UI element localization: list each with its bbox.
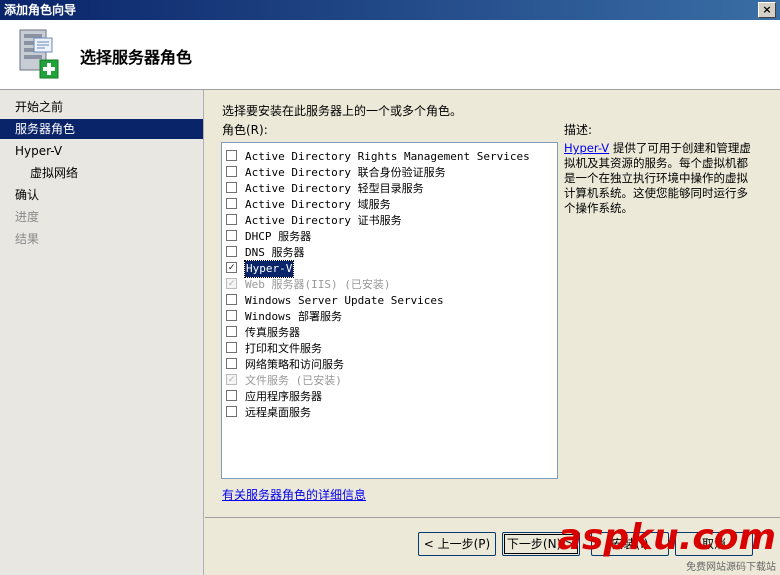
role-label: 网络策略和访问服务: [245, 358, 344, 371]
role-label: 传真服务器: [245, 326, 300, 339]
description-label: 描述:: [564, 123, 593, 137]
server-add-role-icon: [19, 29, 59, 79]
role-label: Web 服务器(IIS) (已安装): [245, 278, 391, 291]
more-info-link[interactable]: 有关服务器角色的详细信息: [222, 486, 366, 503]
nav-item-results: 结果: [15, 232, 40, 246]
nav-item-progress: 进度: [15, 210, 40, 224]
page-title: 选择服务器角色: [80, 48, 193, 67]
role-checkbox[interactable]: [226, 230, 237, 241]
watermark-logo: aspku.com: [557, 517, 776, 558]
role-label: Windows 部署服务: [245, 310, 342, 323]
close-button[interactable]: ×: [758, 2, 776, 18]
role-checkbox-checked[interactable]: ✓: [226, 262, 237, 273]
role-checkbox[interactable]: [226, 150, 237, 161]
role-checkbox[interactable]: [226, 326, 237, 337]
roles-listbox[interactable]: Active Directory Rights Management Servi…: [221, 142, 558, 479]
nav-item-hyper-v[interactable]: Hyper-V: [0, 141, 203, 161]
roles-label: 角色(R):: [222, 123, 268, 137]
role-label: Active Directory 域服务: [245, 198, 391, 211]
role-label: 远程桌面服务: [245, 406, 311, 419]
role-label: 文件服务 (已安装): [245, 374, 342, 387]
role-checkbox[interactable]: [226, 182, 237, 193]
back-button[interactable]: < 上一步(P): [418, 532, 496, 556]
role-label: Active Directory Rights Management Servi…: [245, 150, 530, 163]
role-checkbox[interactable]: [226, 358, 237, 369]
role-label: Active Directory 联合身份验证服务: [245, 166, 446, 179]
watermark: aspku.com 免费网站源码下载站: [558, 517, 776, 573]
watermark-subtitle: 免费网站源码下载站: [686, 562, 776, 573]
window-titlebar: 添加角色向导 ×: [0, 0, 780, 20]
role-checkbox-checked: ✓: [226, 278, 237, 289]
wizard-nav: 开始之前 服务器角色 Hyper-V 虚拟网络 确认 进度 结果: [0, 90, 204, 575]
description-link[interactable]: Hyper-V: [564, 141, 609, 155]
nav-item-server-roles[interactable]: 服务器角色: [0, 119, 203, 139]
role-label: 应用程序服务器: [245, 390, 322, 403]
role-checkbox[interactable]: [226, 166, 237, 177]
role-label: Active Directory 证书服务: [245, 214, 402, 227]
wizard-content: 选择要安装在此服务器上的一个或多个角色。 角色(R): Active Direc…: [205, 90, 780, 575]
wizard-header: 选择服务器角色: [0, 20, 780, 90]
role-checkbox[interactable]: [226, 294, 237, 305]
role-checkbox[interactable]: [226, 342, 237, 353]
role-label: Windows Server Update Services: [245, 294, 444, 307]
role-checkbox[interactable]: [226, 406, 237, 417]
description-text: Hyper-V 提供了可用于创建和管理虚拟机及其资源的服务。每个虚拟机都是一个在…: [564, 141, 759, 216]
role-label: Active Directory 轻型目录服务: [245, 182, 424, 195]
role-label: DHCP 服务器: [245, 230, 312, 243]
role-checkbox[interactable]: [226, 246, 237, 257]
instruction-text: 选择要安装在此服务器上的一个或多个角色。: [222, 104, 463, 118]
role-label: 打印和文件服务: [245, 342, 322, 355]
role-checkbox[interactable]: [226, 198, 237, 209]
role-checkbox[interactable]: [226, 310, 237, 321]
role-checkbox[interactable]: [226, 214, 237, 225]
role-checkbox[interactable]: [226, 390, 237, 401]
role-label: Hyper-V: [243, 260, 295, 278]
nav-item-before-you-begin[interactable]: 开始之前: [0, 97, 203, 117]
role-label: DNS 服务器: [245, 246, 305, 259]
window-title: 添加角色向导: [4, 3, 77, 17]
role-checkbox-checked: ✓: [226, 374, 237, 385]
nav-item-virtual-networks[interactable]: 虚拟网络: [0, 163, 203, 183]
nav-item-confirmation[interactable]: 确认: [0, 185, 203, 205]
